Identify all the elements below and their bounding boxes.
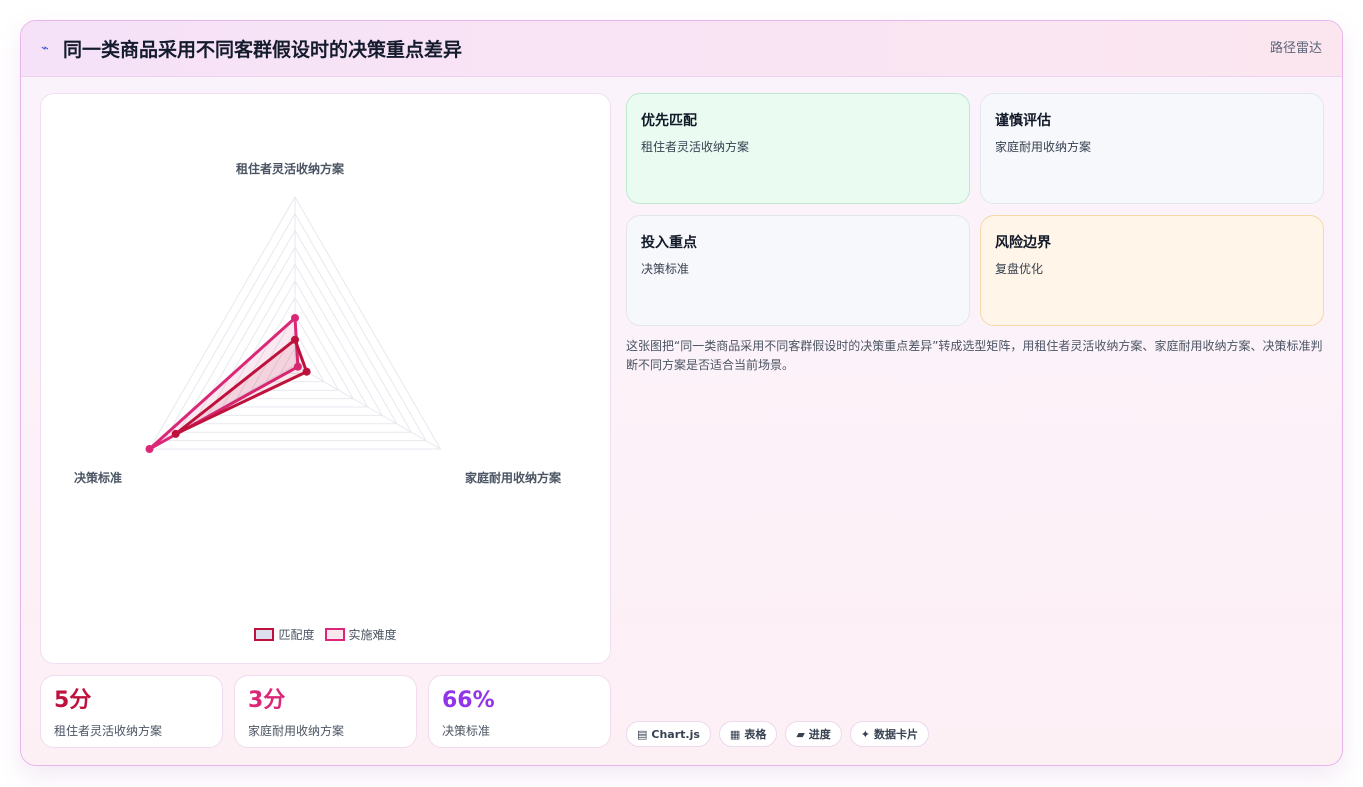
axis-label-2: 决策标准 <box>74 471 123 485</box>
radar-chart-panel: 租住者灵活收纳方案 家庭耐用收纳方案 决策标准 匹配度 实施难度 <box>40 93 611 664</box>
progress-icon: ▰ <box>796 727 805 741</box>
main-card: ⌁ 同一类商品采用不同客群假设时的决策重点差异 路径雷达 租住者灵活收纳方案 家… <box>20 20 1343 766</box>
tile-title: 谨慎评估 <box>995 113 1051 129</box>
stat-label-1: 租住者灵活收纳方案 <box>54 724 163 738</box>
legend-swatch-difficulty <box>324 628 345 641</box>
chip-table[interactable]: ▦ 表格 <box>718 721 778 747</box>
table-icon: ▦ <box>729 727 741 741</box>
radar-series-1-point <box>145 445 154 453</box>
card-header: ⌁ 同一类商品采用不同客群假设时的决策重点差异 路径雷达 <box>21 21 1342 77</box>
wave-icon: ⌁ <box>41 41 49 56</box>
tile-text: 复盘优化 <box>995 262 1044 276</box>
tile-priority-match: 优先匹配 租住者灵活收纳方案 <box>626 93 970 204</box>
chip-data-card[interactable]: ✦ 数据卡片 <box>849 721 930 747</box>
chip-chartjs[interactable]: ▤ Chart.js <box>626 721 711 747</box>
legend-swatch-match <box>254 628 275 641</box>
chip-label: Chart.js <box>651 727 700 741</box>
stat-value-1: 5分 <box>54 688 92 713</box>
legend-item-match[interactable]: 匹配度 <box>254 626 315 643</box>
stat-card-3: 66% 决策标准 <box>428 675 611 748</box>
legend-label-match: 匹配度 <box>278 628 315 642</box>
chart-type-tag: 路径雷达 <box>1269 41 1322 56</box>
tile-title: 优先匹配 <box>641 113 697 129</box>
chip-label: 数据卡片 <box>874 728 919 741</box>
sparkle-icon: ✦ <box>860 727 871 741</box>
chip-progress[interactable]: ▰ 进度 <box>785 721 842 747</box>
chart-description: 这张图把“同一类商品采用不同客群假设时的决策重点差异”转成选型矩阵，用租住者灵活… <box>626 339 1323 372</box>
radar-series-1-point <box>291 313 299 322</box>
stat-label-2: 家庭耐用收纳方案 <box>248 724 345 738</box>
stat-label-3: 决策标准 <box>442 724 491 738</box>
radar-series-0-point <box>171 429 180 438</box>
stat-card-1: 5分 租住者灵活收纳方案 <box>40 675 223 748</box>
legend-label-difficulty: 实施难度 <box>348 628 397 642</box>
tile-investment-focus: 投入重点 决策标准 <box>626 215 970 326</box>
tile-text: 家庭耐用收纳方案 <box>995 140 1092 154</box>
tile-text: 租住者灵活收纳方案 <box>641 140 750 154</box>
legend-item-difficulty[interactable]: 实施难度 <box>324 626 397 643</box>
tech-chips: ▤ Chart.js ▦ 表格 ▰ 进度 ✦ 数据卡片 <box>626 721 930 747</box>
chart-icon: ▤ <box>637 727 648 741</box>
chip-label: 进度 <box>808 728 831 741</box>
radar-series-0-point <box>291 335 299 344</box>
tile-title: 投入重点 <box>641 235 697 251</box>
chip-label: 表格 <box>744 728 767 741</box>
tile-title: 风险边界 <box>995 235 1051 251</box>
radar-series-0-point <box>302 367 311 376</box>
stat-card-2: 3分 家庭耐用收纳方案 <box>234 675 417 748</box>
stat-value-2: 3分 <box>248 688 286 713</box>
axis-label-0: 租住者灵活收纳方案 <box>236 162 345 176</box>
chart-legend: 匹配度 实施难度 <box>41 626 610 643</box>
tile-text: 决策标准 <box>641 262 690 276</box>
tile-careful-eval: 谨慎评估 家庭耐用收纳方案 <box>980 93 1324 204</box>
stat-value-3: 66% <box>442 688 495 713</box>
page-title: 同一类商品采用不同客群假设时的决策重点差异 <box>63 39 463 61</box>
tile-risk-boundary: 风险边界 复盘优化 <box>980 215 1324 326</box>
axis-label-1: 家庭耐用收纳方案 <box>465 471 562 485</box>
